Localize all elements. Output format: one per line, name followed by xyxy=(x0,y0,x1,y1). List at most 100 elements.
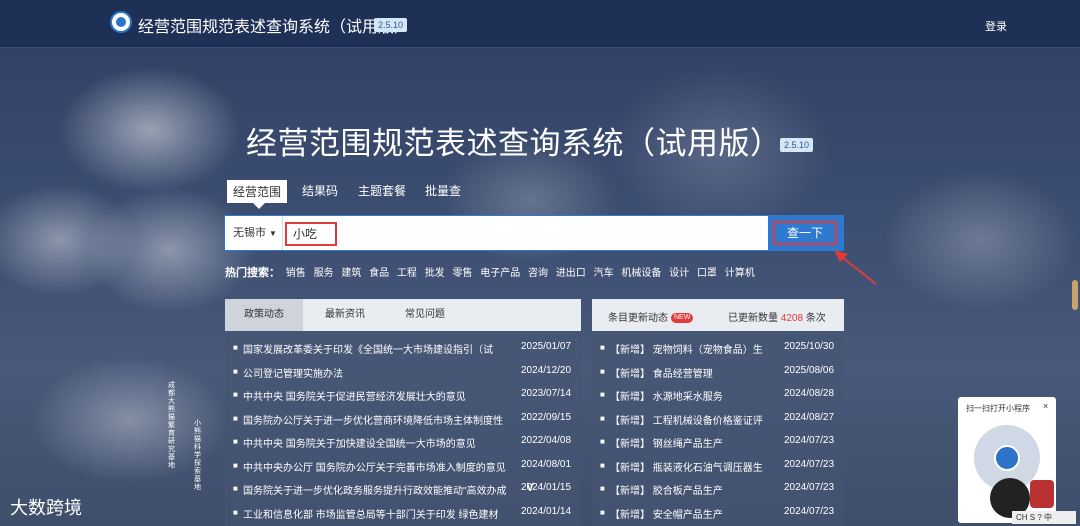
hot-keyword[interactable]: 工程 xyxy=(397,268,417,279)
bullet-icon: ■ xyxy=(233,413,238,423)
update-item[interactable]: ■ 【新增】 水源地采水服务 2024/08/28 xyxy=(592,384,844,408)
tab-latest-news[interactable]: 最新资讯 xyxy=(313,299,377,331)
tab-result-code[interactable]: 结果码 xyxy=(302,182,338,199)
update-item[interactable]: ■ 【新增】 工程机械设备价格鉴证评 2024/08/27 xyxy=(592,408,844,432)
search-button[interactable]: 查一下 xyxy=(768,216,844,250)
updates-heading-text: 条目更新动态 xyxy=(608,313,668,324)
chevron-down-icon: ▼ xyxy=(269,229,277,238)
hot-keyword[interactable]: 汽车 xyxy=(594,268,614,279)
hot-keyword[interactable]: 进出口 xyxy=(556,268,586,279)
news-title: 中共中央办公厅 国务院办公厅关于完善市场准入制度的意见 xyxy=(243,462,506,474)
hot-keyword[interactable]: 建筑 xyxy=(341,268,361,279)
chevron-down-icon[interactable]: ∨ xyxy=(525,478,535,495)
update-title: 【新增】 钢丝绳产品生产 xyxy=(610,439,723,450)
tab-faq[interactable]: 常见问题 xyxy=(393,299,457,331)
login-link[interactable]: 登录 xyxy=(985,18,1007,34)
news-title: 工业和信息化部 市场监管总局等十部门关于印发 绿色建材 xyxy=(243,509,499,521)
search-input[interactable]: 小吃 xyxy=(285,222,337,246)
page-scrollbar[interactable] xyxy=(1072,280,1078,310)
bullet-icon: ■ xyxy=(600,437,605,446)
hero-title: 经营范围规范表述查询系统（试用版） xyxy=(246,126,782,161)
news-item[interactable]: ■ 国家发展改革委关于印发《全国统一大市场建设指引（试 2025/01/07 xyxy=(225,337,581,361)
search-box: 无锡市 ▼ 小吃 查一下 xyxy=(224,215,844,251)
search-button-label: 查一下 xyxy=(773,221,837,245)
ime-toolbar[interactable]: CH S ? 中 xyxy=(1012,511,1076,524)
update-item[interactable]: ■ 【新增】 安全帽产品生产 2024/07/23 xyxy=(592,502,844,526)
hot-search-label: 热门搜索： xyxy=(225,267,280,279)
news-date: 2025/01/07 xyxy=(521,341,572,352)
hot-keyword[interactable]: 设计 xyxy=(669,268,689,279)
news-title: 公司登记管理实施办法 xyxy=(243,368,343,380)
update-title: 【新增】 胶合板产品生产 xyxy=(610,486,723,497)
bullet-icon: ■ xyxy=(233,460,238,470)
news-title: 国务院关于进一步优化政务服务提升行政效能推动"高效办成 xyxy=(243,486,507,497)
bullet-icon: ■ xyxy=(233,484,238,493)
hot-keyword[interactable]: 机械设备 xyxy=(621,268,661,279)
hot-keyword[interactable]: 电子产品 xyxy=(480,268,520,279)
news-date: 2024/01/14 xyxy=(521,505,572,517)
version-badge: 2.5.10 xyxy=(374,18,408,32)
update-item[interactable]: ■ 【新增】 宠物饲料（宠物食品）生 2025/10/30 xyxy=(592,337,844,361)
updates-panel: 条目更新动态 NEW 已更新数量 4208 条次 ■ 【新增】 宠物饲料（宠物食品）… xyxy=(592,299,844,526)
news-title: 中共中央 国务院关于加快建设全国统一大市场的意见 xyxy=(243,439,476,450)
bullet-icon: ■ xyxy=(233,390,238,399)
bullet-icon: ■ xyxy=(600,343,605,352)
bullet-icon: ■ xyxy=(600,366,605,376)
hot-keyword[interactable]: 批发 xyxy=(425,268,445,279)
count-value: 4208 xyxy=(780,313,804,324)
background-caption-vertical-2: 小熊猫科学探索基地 xyxy=(194,420,201,491)
hot-keyword[interactable]: 咨询 xyxy=(528,268,548,279)
hot-keyword[interactable]: 计算机 xyxy=(725,268,755,279)
update-item[interactable]: ■ 【新增】 瓶装液化石油气调压器生 2024/07/23 xyxy=(592,455,844,479)
news-title: 国家发展改革委关于印发《全国统一大市场建设指引（试 xyxy=(243,345,493,356)
news-item[interactable]: ■ 中共中央 国务院关于促进民营经济发展壮大的意见 2023/07/14 xyxy=(225,384,581,408)
news-date: 2023/07/14 xyxy=(521,388,572,399)
update-title: 【新增】 宠物饲料（宠物食品）生 xyxy=(610,345,763,356)
tab-business-scope[interactable]: 经营范围 xyxy=(227,180,288,209)
update-date: 2025/08/06 xyxy=(784,364,835,376)
news-item[interactable]: ■ 中共中央办公厅 国务院办公厅关于完善市场准入制度的意见 2024/08/01 xyxy=(225,455,581,479)
update-title: 【新增】 食品经营管理 xyxy=(610,368,713,380)
bullet-icon: ■ xyxy=(233,437,238,446)
watermark: 大数跨境 xyxy=(10,498,82,518)
updates-count: 已更新数量 4208 条次 xyxy=(728,309,826,324)
qr-logo xyxy=(994,445,1020,471)
new-badge: NEW xyxy=(671,313,694,324)
hot-keyword[interactable]: 销售 xyxy=(286,268,306,279)
update-item[interactable]: ■ 【新增】 胶合板产品生产 2024/07/23 xyxy=(592,478,844,502)
update-item[interactable]: ■ 【新增】 食品经营管理 2025/08/06 xyxy=(592,361,844,385)
site-title[interactable]: 经营范围规范表述查询系统（试用版） xyxy=(138,13,410,37)
news-item[interactable]: ■ 国务院办公厅关于进一步优化营商环境降低市场主体制度性 2022/09/15 xyxy=(225,408,581,432)
bullet-icon: ■ xyxy=(600,390,605,399)
updates-header: 条目更新动态 NEW 已更新数量 4208 条次 xyxy=(592,299,844,331)
city-select[interactable]: 无锡市 ▼ xyxy=(225,216,283,250)
news-title: 国务院办公厅关于进一步优化营商环境降低市场主体制度性 xyxy=(243,415,503,427)
hot-search-bar: 热门搜索： 销售 服务 建筑 食品 工程 批发 零售 电子产品 咨询 进出口 汽… xyxy=(225,264,760,280)
news-date: 2024/12/20 xyxy=(521,364,572,376)
tab-batch-query[interactable]: 批量查 xyxy=(425,182,461,199)
update-date: 2024/08/28 xyxy=(784,388,835,399)
news-item[interactable]: ■ 公司登记管理实施办法 2024/12/20 xyxy=(225,361,581,385)
update-date: 2024/07/23 xyxy=(784,435,835,446)
update-item[interactable]: ■ 【新增】 钢丝绳产品生产 2024/07/23 xyxy=(592,431,844,455)
count-label: 已更新数量 xyxy=(728,313,778,324)
hot-keyword[interactable]: 零售 xyxy=(452,268,472,279)
hot-keyword[interactable]: 服务 xyxy=(314,268,334,279)
mascot-hat xyxy=(1030,480,1054,508)
hot-keyword[interactable]: 口罩 xyxy=(697,268,717,279)
news-item[interactable]: ■ 中共中央 国务院关于加快建设全国统一大市场的意见 2022/04/08 xyxy=(225,431,581,455)
tab-policy-news[interactable]: 政策动态 xyxy=(225,299,303,331)
hero-version-badge: 2.5.10 xyxy=(780,138,814,152)
news-item[interactable]: ■ 工业和信息化部 市场监管总局等十部门关于印发 绿色建材 2024/01/14 xyxy=(225,502,581,526)
hot-keyword[interactable]: 食品 xyxy=(369,268,389,279)
bullet-icon: ■ xyxy=(600,413,605,423)
update-title: 【新增】 工程机械设备价格鉴证评 xyxy=(610,415,763,427)
tab-theme-package[interactable]: 主题套餐 xyxy=(358,182,406,199)
site-logo[interactable] xyxy=(110,11,132,33)
bullet-icon: ■ xyxy=(233,366,238,376)
bullet-icon: ■ xyxy=(600,484,605,493)
background-caption-vertical: 成都大熊猫繁育研究基地 xyxy=(168,382,175,469)
close-icon[interactable]: × xyxy=(1043,401,1048,411)
updates-heading: 条目更新动态 NEW xyxy=(608,309,694,324)
news-date: 2022/09/15 xyxy=(521,411,572,423)
